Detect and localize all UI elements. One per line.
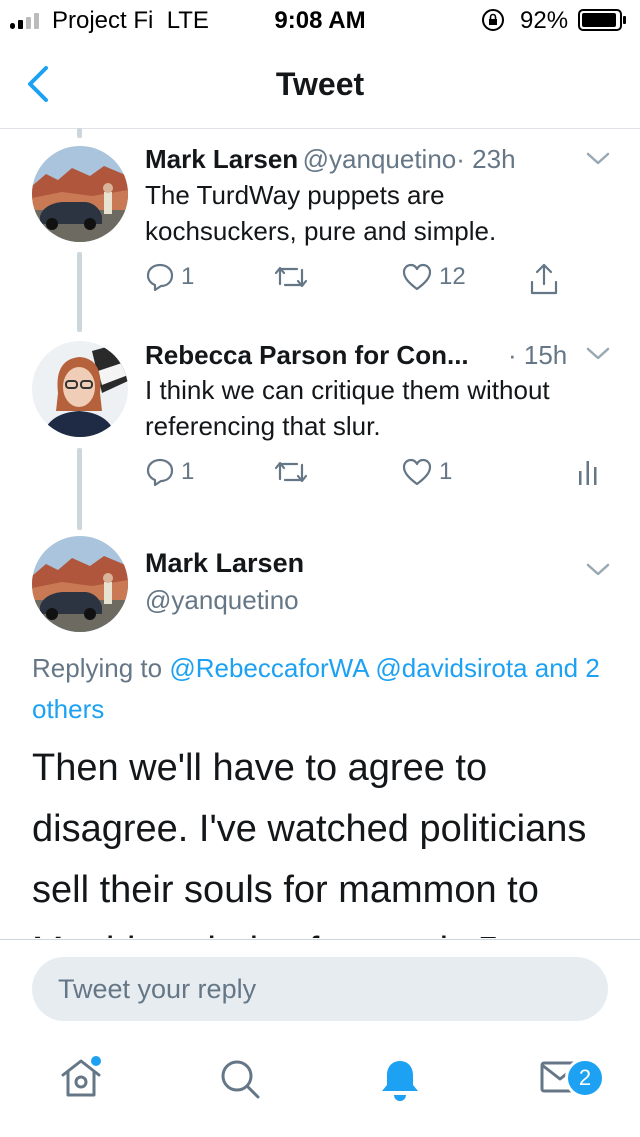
battery-icon — [578, 9, 628, 31]
rotation-lock-icon — [481, 8, 505, 32]
nav-bar: Tweet — [0, 40, 640, 129]
bell-icon — [382, 1061, 418, 1101]
page-title: Tweet — [275, 66, 365, 102]
status-bar: Project Fi LTE 9:08 AM 92% — [0, 0, 640, 40]
battery-percent: 92% — [520, 7, 569, 34]
tab-search[interactable] — [218, 1057, 262, 1101]
search-icon — [221, 1060, 260, 1099]
reply-placeholder: Tweet your reply — [58, 974, 257, 1004]
messages-badge: 2 — [565, 1058, 605, 1098]
tweet-text: Then we'll have to agree to disagree. I'… — [32, 747, 587, 938]
tab-notifications[interactable] — [378, 1057, 422, 1103]
bottom-bar: Tweet your reply — [0, 939, 640, 1137]
new-content-dot — [91, 1056, 101, 1066]
tweet-body-clip: Then we'll have to agree to disagree. I'… — [0, 128, 640, 938]
reply-input[interactable]: Tweet your reply — [32, 957, 608, 1021]
